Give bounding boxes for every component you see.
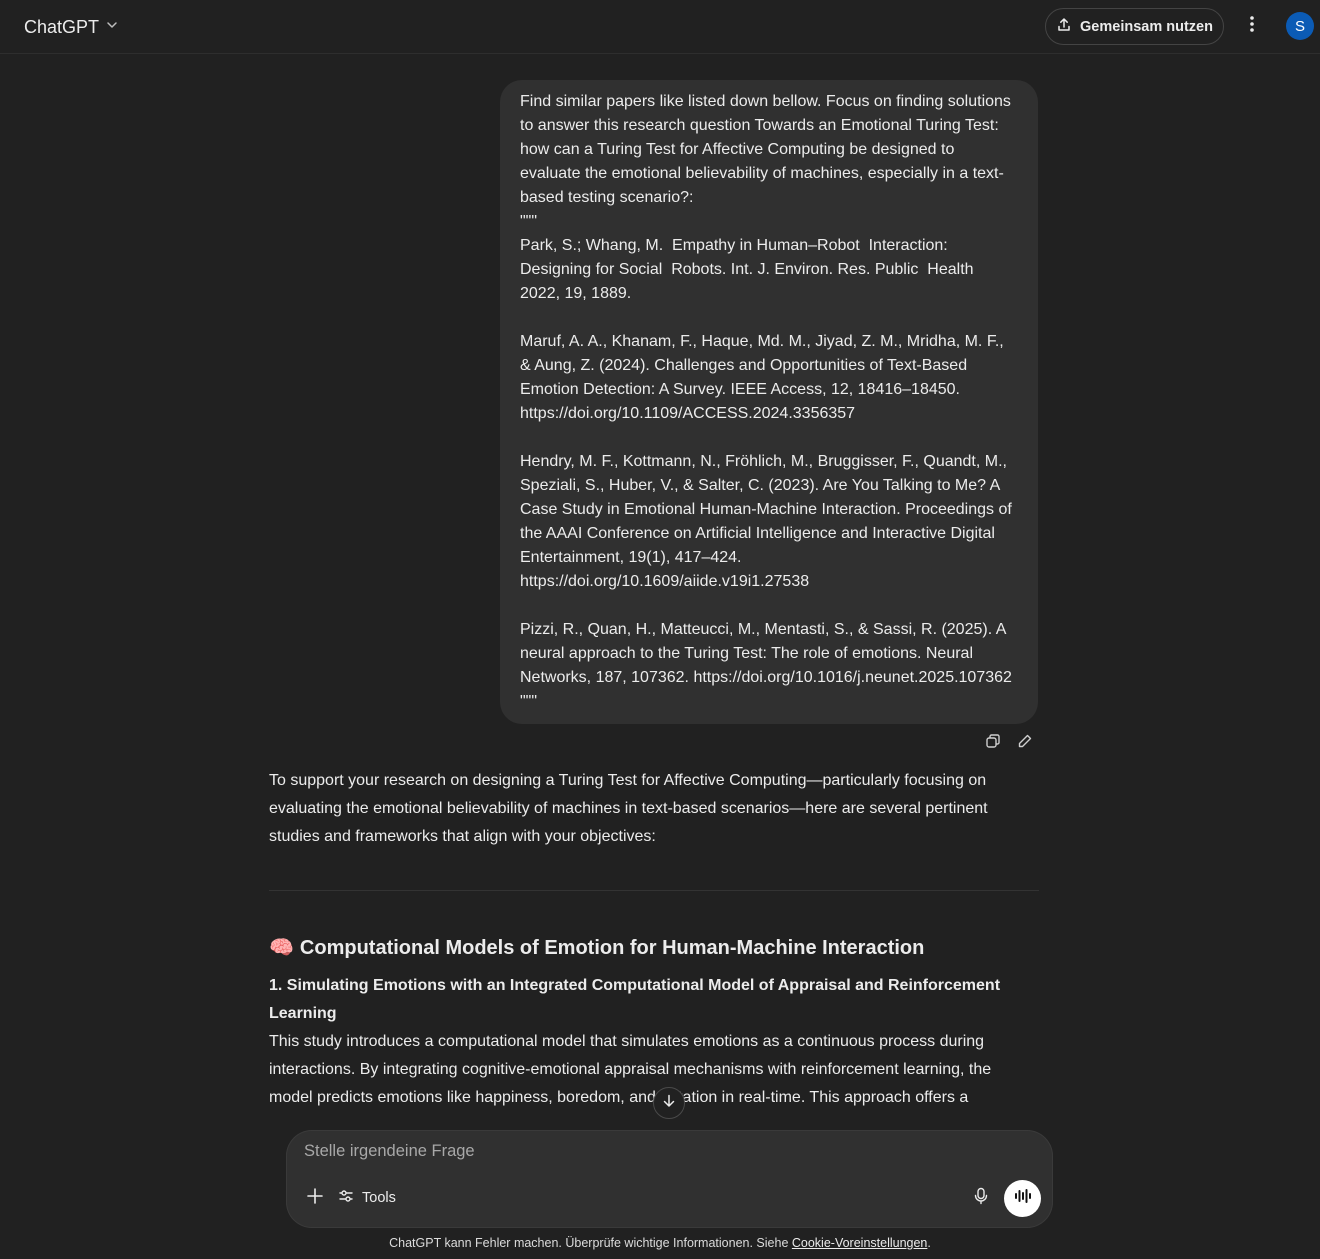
assistant-intro: To support your research on designing a … [269, 772, 988, 845]
arrow-down-icon [661, 1093, 677, 1114]
copy-button[interactable] [980, 730, 1006, 756]
item-title: 1. Simulating Emotions with an Integrate… [269, 977, 1001, 1022]
add-attachment-button[interactable] [302, 1185, 328, 1211]
prompt-input[interactable]: Stelle irgendeine Frage [304, 1142, 475, 1161]
microphone-icon [973, 1187, 989, 1210]
scroll-to-bottom-button[interactable] [653, 1087, 685, 1119]
footer-text: ChatGPT kann Fehler machen. Überprüfe wi… [389, 1236, 792, 1250]
divider [269, 890, 1039, 891]
tools-button[interactable]: Tools [338, 1185, 396, 1211]
item-body: This study introduces a computational mo… [269, 1033, 1017, 1130]
app-title: ChatGPT [24, 16, 100, 37]
more-vertical-icon [1249, 15, 1255, 38]
message-actions [980, 730, 1038, 756]
edit-button[interactable] [1012, 730, 1038, 756]
footer-disclaimer: ChatGPT kann Fehler machen. Überprüfe wi… [0, 1236, 1320, 1250]
more-options-button[interactable] [1236, 10, 1268, 42]
top-bar: ChatGPT Gemeinsam nutzen S [0, 0, 1320, 54]
composer: Stelle irgendeine Frage Tools [286, 1130, 1053, 1228]
pencil-icon [1017, 733, 1033, 754]
share-button-label: Gemeinsam nutzen [1080, 18, 1213, 35]
waveform-icon [1014, 1188, 1032, 1209]
tools-label: Tools [362, 1190, 396, 1206]
dictate-button[interactable] [969, 1186, 993, 1210]
plus-icon [306, 1187, 324, 1210]
assistant-message: To support your research on designing a … [269, 767, 1039, 851]
footer-end: . [927, 1236, 931, 1250]
share-icon [1056, 17, 1072, 37]
brain-icon: 🧠 [269, 937, 294, 959]
user-message-bubble: Find similar papers like listed down bel… [500, 80, 1038, 724]
sliders-icon [338, 1188, 354, 1208]
section-heading: 🧠 Computational Models of Emotion for Hu… [269, 932, 1039, 964]
model-switcher[interactable]: ChatGPT [14, 9, 129, 45]
avatar[interactable]: S [1286, 12, 1314, 40]
section-heading-text: Computational Models of Emotion for Huma… [299, 937, 925, 959]
voice-mode-button[interactable] [1004, 1180, 1041, 1217]
chevron-down-icon [105, 18, 119, 37]
copy-icon [985, 733, 1001, 754]
cookie-settings-link[interactable]: Cookie-Voreinstellungen [792, 1236, 928, 1250]
share-button[interactable]: Gemeinsam nutzen [1045, 8, 1224, 45]
